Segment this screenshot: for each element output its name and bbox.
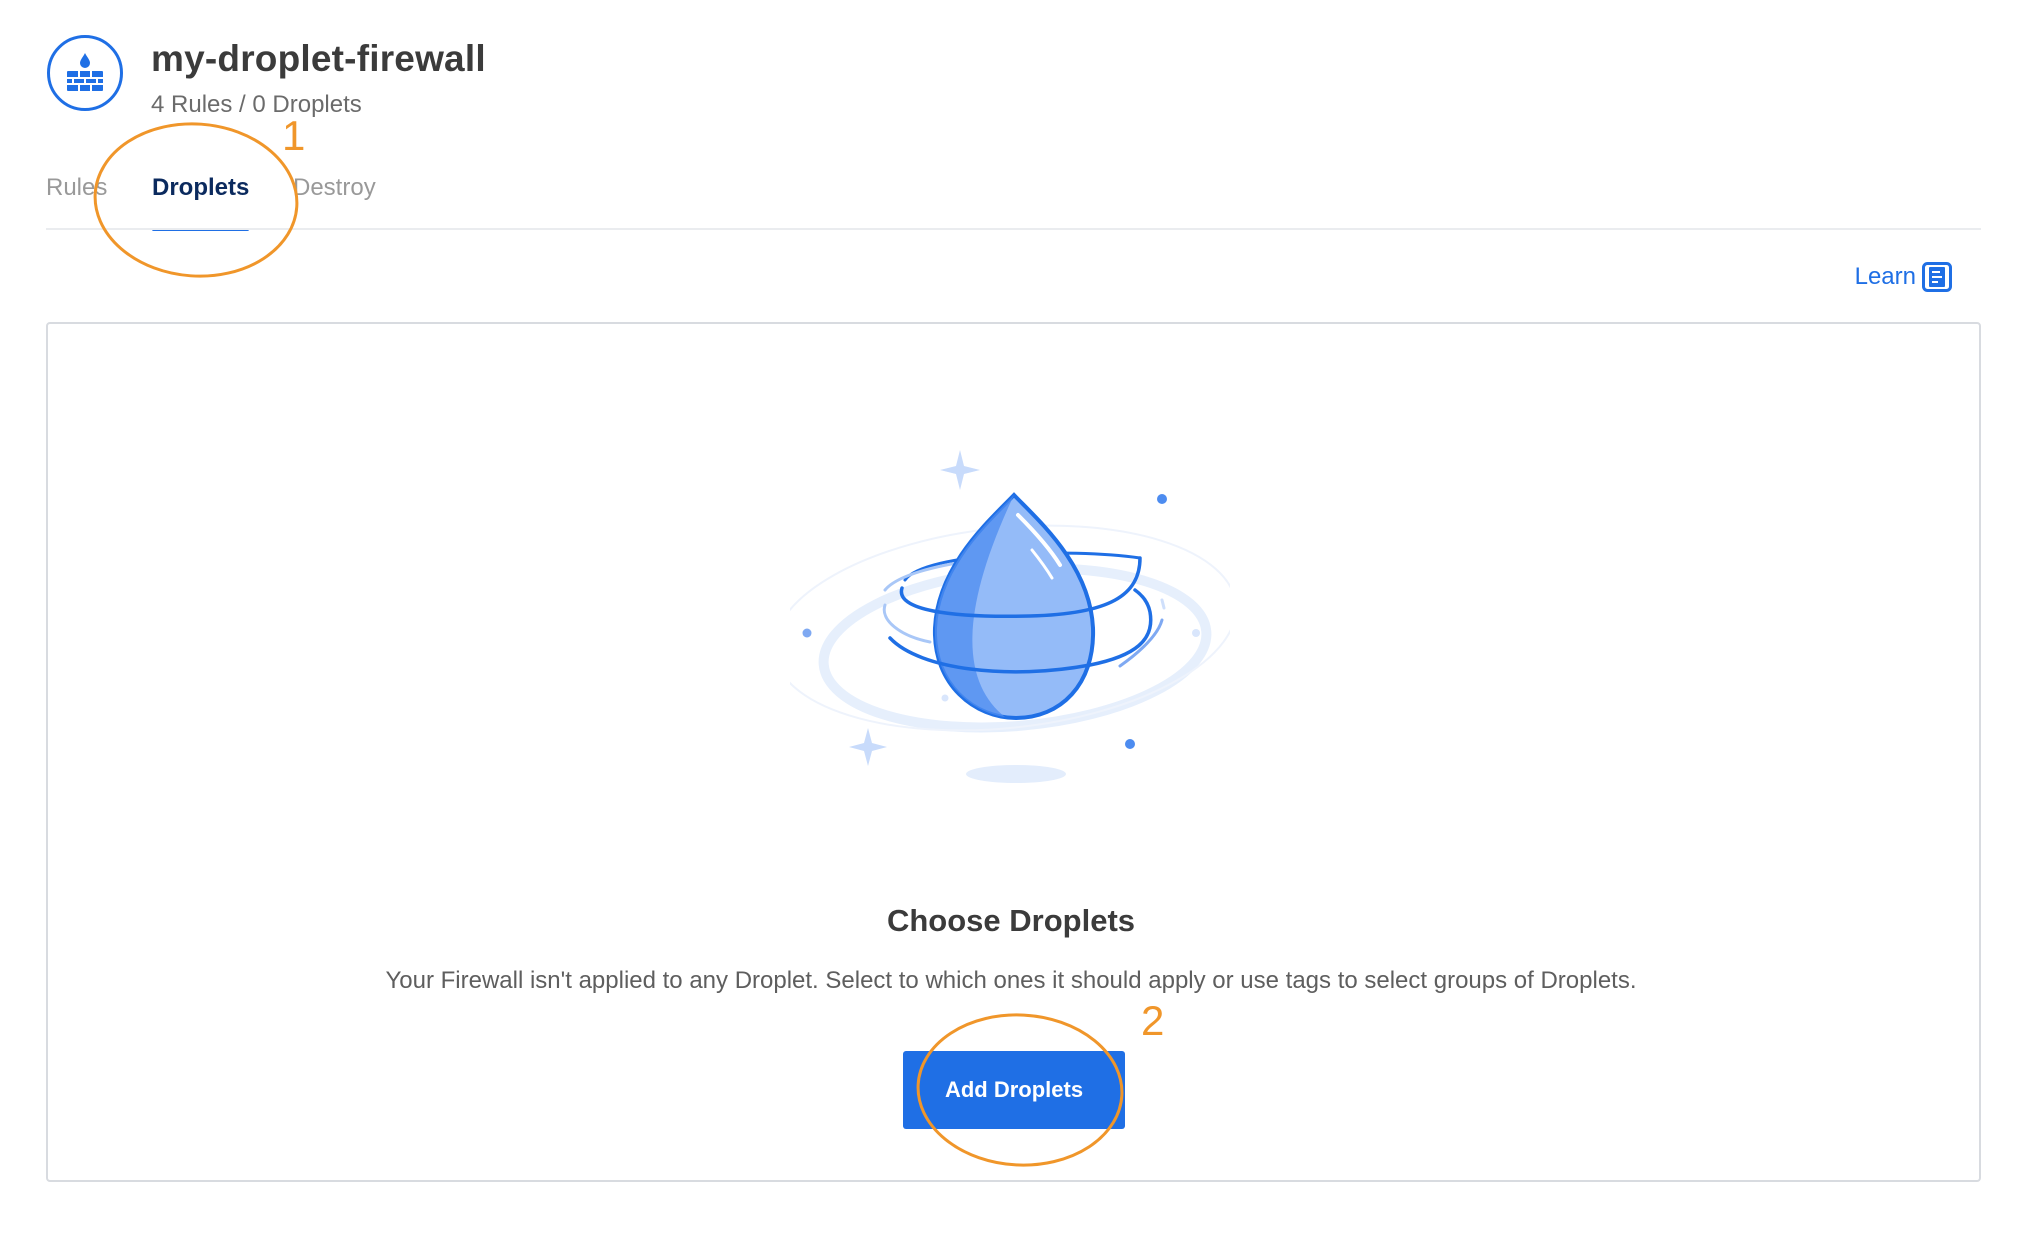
empty-state-description: Your Firewall isn't applied to any Dropl… bbox=[385, 967, 1637, 994]
tabs-divider bbox=[46, 228, 1981, 230]
document-icon bbox=[1922, 262, 1952, 292]
annotation-step-1: 1 bbox=[282, 112, 306, 159]
tab-rules[interactable]: Rules bbox=[46, 174, 107, 202]
page: my-droplet-firewall 4 Rules / 0 Droplets… bbox=[0, 0, 2022, 1240]
firewall-icon bbox=[47, 35, 123, 111]
tab-bar: Rules Droplets Destroy bbox=[46, 172, 1981, 232]
page-title: my-droplet-firewall bbox=[151, 38, 486, 79]
learn-link[interactable]: Learn bbox=[1855, 262, 1952, 292]
empty-state-title: Choose Droplets bbox=[886, 903, 1136, 938]
tab-droplets[interactable]: Droplets bbox=[152, 174, 249, 202]
page-subtitle: 4 Rules / 0 Droplets bbox=[151, 91, 362, 118]
droplet-illustration bbox=[773, 440, 1237, 805]
tab-destroy[interactable]: Destroy bbox=[293, 174, 376, 202]
add-droplets-button[interactable]: Add Droplets bbox=[903, 1051, 1125, 1129]
annotation-step-2: 2 bbox=[1141, 997, 1165, 1044]
learn-label: Learn bbox=[1854, 263, 1916, 290]
